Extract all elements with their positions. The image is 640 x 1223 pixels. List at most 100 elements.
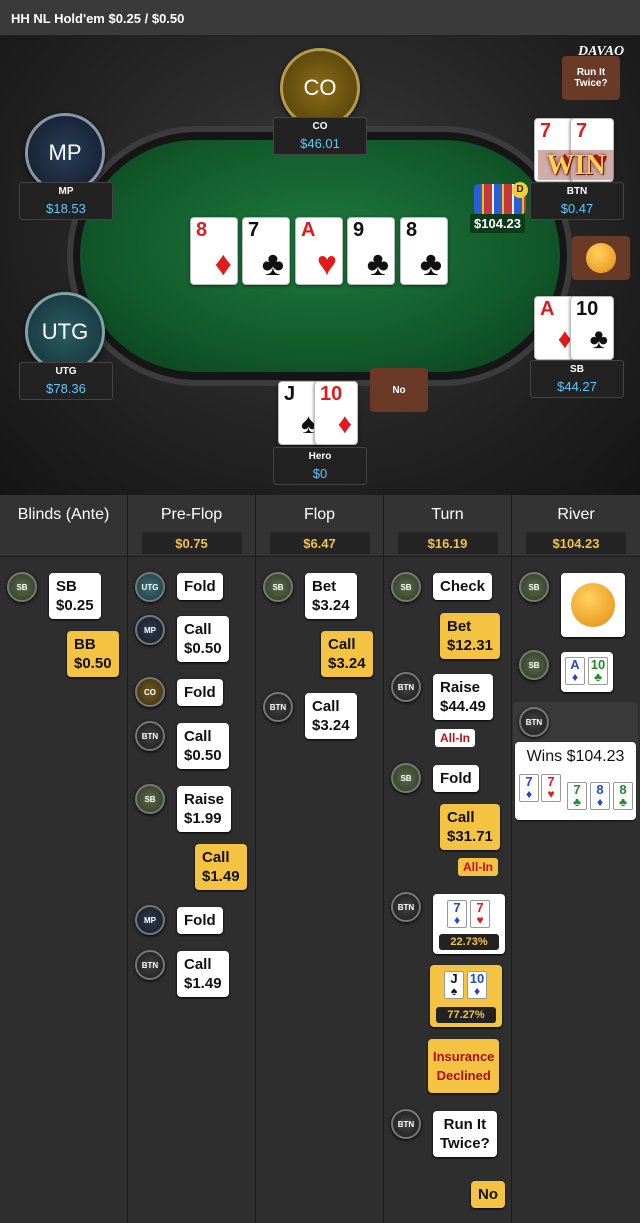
seat-stack-mp: $18.53 [46, 201, 86, 216]
mini-card: 7 ♥ [541, 774, 561, 802]
mini-card: 8 ♣ [613, 782, 633, 810]
board-card-5: 8 ♣ [400, 217, 448, 285]
seat-stack-utg: $78.36 [46, 381, 86, 396]
equity-value: 77.27% [436, 1007, 496, 1023]
action-bubble: Fold [177, 573, 223, 600]
col-header-turn: Turn $16.19 [384, 495, 512, 557]
board-card-1: 8 ♦ [190, 217, 238, 285]
position-badge-sb: SB [135, 784, 165, 814]
preflop-pot: $0.75 [141, 532, 242, 554]
seat-name-utg: UTG [55, 366, 77, 377]
action-bubble: Call $1.49 [177, 951, 229, 997]
all-in-tag: All-In [458, 858, 498, 876]
action-bubble: Raise $1.99 [177, 786, 232, 832]
seat-plate-mp[interactable]: MP $18.53 [19, 182, 113, 220]
seat-plate-utg[interactable]: UTG $78.36 [19, 362, 113, 400]
action-bubble: Call $31.71 [440, 804, 500, 850]
poker-table-area: DAVAO CO CO $46.01 MP MP $18.53 UTG UTG … [0, 36, 640, 495]
seat-name-co: CO [312, 121, 328, 132]
window-title: HH NL Hold'em $0.25 / $0.50 [0, 0, 640, 36]
pot-amount: $104.23 [470, 214, 525, 233]
board-card-4: 9 ♣ [347, 217, 395, 285]
action-bubble: Fold [433, 765, 479, 792]
mini-card: J ♠ [444, 971, 464, 999]
position-badge-btn: BTN [135, 721, 165, 751]
insurance-declined-bubble: Insurance Declined [428, 1039, 500, 1093]
position-badge-co: CO [135, 677, 165, 707]
btn-speech-bubble: Run It Twice? [562, 56, 620, 100]
river-pot: $104.23 [526, 532, 626, 554]
position-badge-sb: SB [7, 572, 37, 602]
mini-card: 7 ♥ [470, 900, 490, 928]
hand-history-panel: Blinds (Ante) Pre-Flop $0.75 Flop $6.47 Tu… [0, 495, 640, 1223]
seat-plate-hero[interactable]: Hero $0 [273, 447, 367, 485]
action-bubble: Bet $12.31 [440, 613, 500, 659]
position-badge-sb: SB [263, 572, 293, 602]
wins-amount: Wins $104.23 [526, 748, 625, 765]
avatar-co[interactable]: CO [280, 48, 360, 128]
seat-plate-co[interactable]: CO $46.01 [273, 117, 367, 155]
seat-stack-hero: $0 [312, 466, 328, 481]
thinking-emoji-icon [586, 243, 616, 273]
action-bubble: Bet $3.24 [305, 573, 357, 619]
flop-pot: $6.47 [269, 532, 370, 554]
position-badge-sb: SB [391, 763, 421, 793]
board-card-2: 7 ♣ [242, 217, 290, 285]
action-bubble: Raise $44.49 [433, 674, 493, 720]
mini-card: A ♦ [565, 657, 585, 685]
win-banner: WIN [538, 150, 614, 181]
action-bubble: Fold [177, 679, 223, 706]
position-badge-btn: BTN [263, 692, 293, 722]
mini-card: 8 ♦ [590, 782, 610, 810]
position-badge-btn: BTN [519, 707, 549, 737]
sb-hole-card-2: 10 ♣ [570, 296, 614, 360]
seat-stack-btn: $0.47 [560, 201, 594, 216]
position-badge-sb: SB [391, 572, 421, 602]
action-bubble: Call $3.24 [321, 631, 373, 677]
position-badge-utg: UTG [135, 572, 165, 602]
mini-card: 7 ♣ [567, 782, 587, 810]
turn-pot: $16.19 [397, 532, 498, 554]
emoji-reaction [561, 573, 625, 637]
avatar-utg[interactable]: UTG [25, 292, 105, 372]
mini-card: 7 ♦ [519, 774, 539, 802]
mini-card: 10 ♣ [588, 657, 608, 685]
avatar-mp[interactable]: MP [25, 113, 105, 193]
mini-card: 10 ♦ [467, 971, 487, 999]
position-badge-mp: MP [135, 905, 165, 935]
position-badge-btn: BTN [135, 950, 165, 980]
action-bubble: Call $0.50 [177, 723, 229, 769]
board-card-3: A ♥ [295, 217, 343, 285]
action-bubble: SB $0.25 [49, 573, 101, 619]
dealer-button-icon: D [512, 182, 528, 198]
seat-stack-sb: $44.27 [557, 379, 597, 394]
col-header-preflop: Pre-Flop $0.75 [128, 495, 256, 557]
action-bubble: No [471, 1181, 505, 1208]
position-badge-btn: BTN [391, 672, 421, 702]
seat-plate-sb[interactable]: SB $44.27 [530, 360, 624, 398]
action-bubble: Fold [177, 907, 223, 934]
col-header-blinds: Blinds (Ante) [0, 495, 128, 557]
emoji-bubble [572, 236, 630, 280]
thinking-emoji-icon [571, 583, 615, 627]
seat-stack-co: $46.01 [300, 136, 340, 151]
action-bubble: Call $1.49 [195, 844, 247, 890]
mini-card: 7 ♦ [447, 900, 467, 928]
action-bubble: Run It Twice? [433, 1111, 497, 1157]
position-badge-btn: BTN [391, 892, 421, 922]
equity-value: 22.73% [439, 934, 499, 950]
seat-name-btn: BTN [566, 186, 588, 197]
all-in-tag: All-In [435, 729, 475, 747]
position-badge-mp: MP [135, 615, 165, 645]
action-bubble: Check [433, 573, 493, 600]
seat-name-mp: MP [58, 186, 74, 197]
seat-name-sb: SB [570, 364, 584, 375]
seat-plate-btn[interactable]: BTN $0.47 [530, 182, 624, 220]
action-bubble: Call $3.24 [305, 693, 357, 739]
col-header-flop: Flop $6.47 [256, 495, 384, 557]
action-bubble: BB $0.50 [67, 631, 119, 677]
position-badge-sb: SB [519, 572, 549, 602]
col-header-river: River $104.23 [512, 495, 640, 557]
hero-hole-card-2: 10 ♦ [314, 381, 358, 445]
hero-speech-bubble: No [370, 368, 428, 412]
